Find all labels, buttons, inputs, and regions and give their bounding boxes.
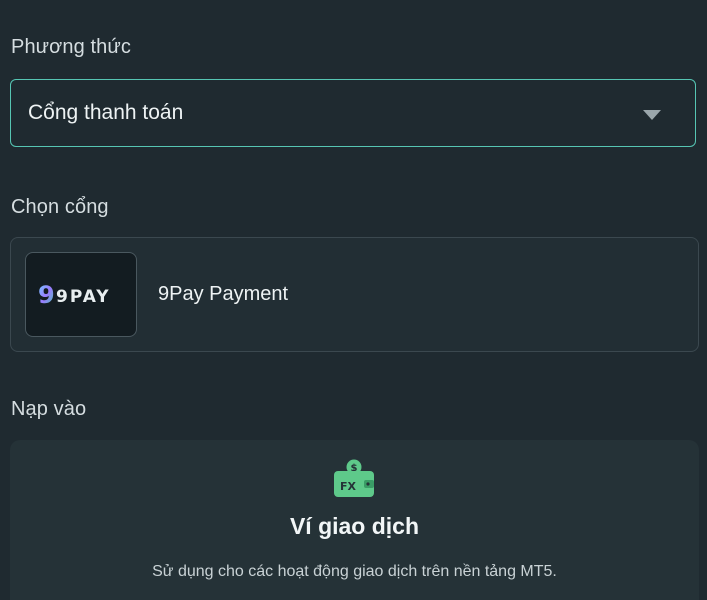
wallet-title: Ví giao dịch bbox=[289, 513, 420, 539]
9pay-logo: 9 9PAY bbox=[25, 252, 137, 337]
method-select-value: Cổng thanh toán bbox=[28, 101, 184, 124]
chevron-down-icon bbox=[643, 110, 661, 120]
payment-gate-option[interactable]: 9 9PAY 9Pay Payment bbox=[10, 237, 699, 352]
deposit-form: Phương thức Cổng thanh toán Chọn cổng 9 … bbox=[0, 0, 707, 600]
trading-wallet-card[interactable]: $ FX Ví giao dịch Sử dụng cho các hoạt đ… bbox=[10, 440, 699, 600]
deposit-label: Nạp vào bbox=[11, 398, 87, 420]
gate-label: Chọn cổng bbox=[11, 196, 109, 218]
payment-gate-name: 9Pay Payment bbox=[158, 283, 289, 305]
9pay-logo-mark: 9 9PAY bbox=[38, 281, 111, 309]
method-select[interactable]: Cổng thanh toán bbox=[10, 79, 696, 147]
svg-text:FX: FX bbox=[340, 480, 357, 493]
wallet-description: Sử dụng cho các hoạt động giao dịch trên… bbox=[152, 563, 557, 580]
svg-text:9: 9 bbox=[38, 281, 55, 309]
fx-wallet-icon: $ FX bbox=[334, 459, 374, 497]
method-label: Phương thức bbox=[11, 36, 131, 58]
svg-text:9PAY: 9PAY bbox=[56, 287, 111, 307]
